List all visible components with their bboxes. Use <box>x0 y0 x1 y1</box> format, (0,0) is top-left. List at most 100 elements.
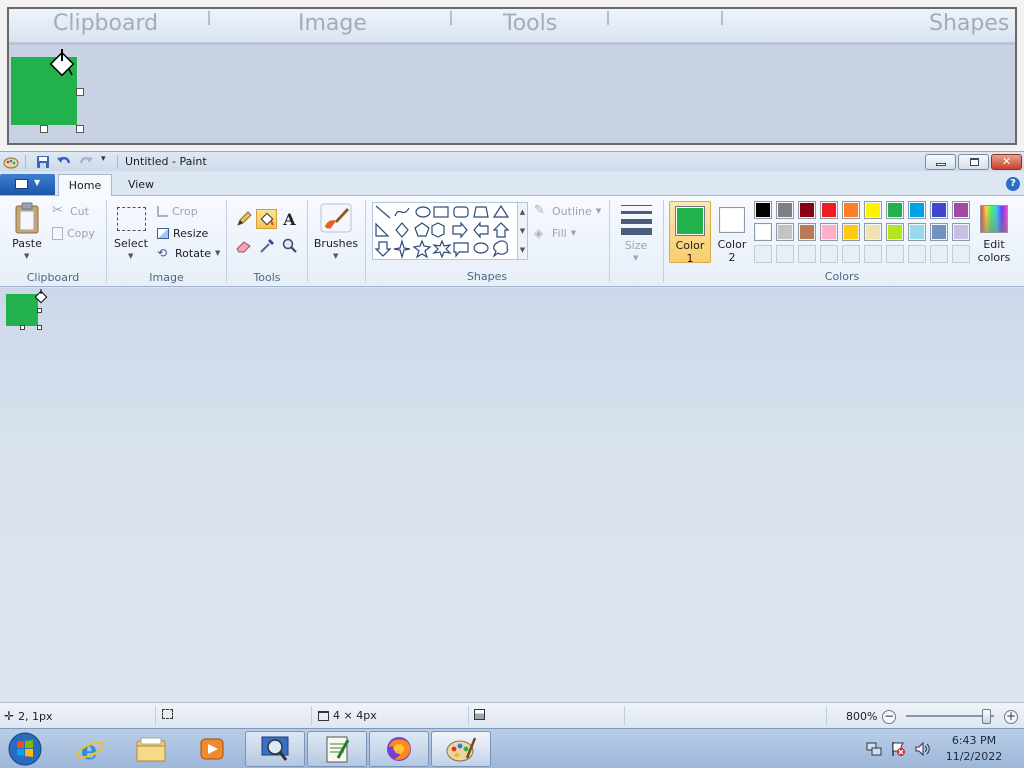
palette-swatch[interactable] <box>754 201 772 219</box>
palette-swatch[interactable] <box>776 201 794 219</box>
window-title: Untitled - Paint <box>125 155 207 168</box>
resize-button[interactable]: Resize <box>157 224 208 242</box>
palette-swatch-empty[interactable] <box>842 245 860 263</box>
canvas-workspace[interactable] <box>0 288 1024 702</box>
palette-swatch-empty[interactable] <box>886 245 904 263</box>
taskbar-internet-explorer[interactable]: e <box>60 731 120 767</box>
palette-swatch[interactable] <box>908 223 926 241</box>
palette-swatch[interactable] <box>908 201 926 219</box>
palette-swatch[interactable] <box>754 223 772 241</box>
palette-swatch-empty[interactable] <box>864 245 882 263</box>
rotate-button[interactable]: ⟲ Rotate ▼ <box>157 244 220 262</box>
palette-swatch-color <box>756 203 770 217</box>
palette-swatch[interactable] <box>842 223 860 241</box>
paint-app-icon[interactable] <box>3 154 19 170</box>
redo-icon[interactable] <box>78 154 94 170</box>
palette-swatch[interactable] <box>886 223 904 241</box>
palette-swatch[interactable] <box>864 223 882 241</box>
action-center-flag-icon[interactable] <box>890 741 906 757</box>
color2-button[interactable]: Color 2 <box>712 201 752 264</box>
zoom-slider-track[interactable] <box>906 715 994 717</box>
magnifier-tool[interactable] <box>279 236 300 256</box>
gallery-expand-icon[interactable]: ▼ <box>518 241 527 259</box>
palette-swatch[interactable] <box>886 201 904 219</box>
copy-button[interactable]: Copy <box>52 224 95 242</box>
outline-icon: ✎ <box>534 203 545 218</box>
help-icon[interactable]: ? <box>1006 177 1020 191</box>
restore-button[interactable] <box>958 154 989 170</box>
paste-button[interactable]: Paste ▼ <box>8 200 46 262</box>
color1-label: Color <box>675 239 705 252</box>
taskbar-explorer[interactable] <box>121 731 181 767</box>
palette-swatch[interactable] <box>820 223 838 241</box>
magnified-clipboard-label: Clipboard <box>53 11 159 36</box>
minimize-button[interactable] <box>925 154 956 170</box>
taskbar-notepad-app[interactable] <box>307 731 367 767</box>
palette-swatch[interactable] <box>776 223 794 241</box>
palette-swatch-empty[interactable] <box>952 245 970 263</box>
fill-button[interactable]: ◈ Fill ▼ <box>534 224 576 242</box>
palette-swatch-empty[interactable] <box>908 245 926 263</box>
zoom-in-button[interactable]: + <box>1004 710 1018 724</box>
palette-swatch-color <box>888 225 902 239</box>
edit-colors-button[interactable]: Edit colors <box>974 201 1014 264</box>
brushes-button[interactable]: Brushes ▼ <box>312 200 360 262</box>
canvas-resize-handle-right[interactable] <box>37 308 42 313</box>
cut-label: Cut <box>70 204 89 218</box>
taskbar-media-player[interactable] <box>182 731 242 767</box>
shapes-gallery-icons <box>374 204 510 260</box>
save-icon[interactable] <box>35 154 51 170</box>
palette-swatch[interactable] <box>930 223 948 241</box>
text-tool[interactable]: A <box>279 209 300 229</box>
fill-dropdown-icon: ▼ <box>570 229 577 237</box>
crop-button[interactable]: Crop <box>157 202 198 220</box>
cut-button[interactable]: ✂ Cut <box>52 202 89 220</box>
undo-icon[interactable] <box>56 154 72 170</box>
taskbar-firefox[interactable] <box>369 731 429 767</box>
title-bar: ▾ Untitled - Paint ✕ <box>0 151 1024 171</box>
palette-swatch-empty[interactable] <box>930 245 948 263</box>
customize-quick-access-icon[interactable]: ▾ <box>101 154 106 164</box>
paint-menu-button[interactable]: ▼ <box>0 174 55 195</box>
palette-swatch[interactable] <box>820 201 838 219</box>
palette-swatch[interactable] <box>842 201 860 219</box>
pencil-tool[interactable] <box>233 209 254 229</box>
size-button[interactable]: Size ▼ <box>614 200 658 262</box>
palette-swatch[interactable] <box>952 223 970 241</box>
palette-swatch-empty[interactable] <box>820 245 838 263</box>
volume-icon[interactable] <box>914 741 930 757</box>
taskbar-magnifier[interactable] <box>245 731 305 767</box>
palette-swatch[interactable] <box>798 223 816 241</box>
taskbar-clock[interactable]: 6:43 PM 11/2/2022 <box>930 733 1018 765</box>
palette-swatch-empty[interactable] <box>754 245 772 263</box>
color-picker-tool[interactable] <box>256 236 277 256</box>
eraser-tool[interactable] <box>233 236 254 256</box>
zoom-slider-thumb[interactable] <box>982 709 991 724</box>
shapes-gallery-scrollbar[interactable]: ▲ ▼ ▼ <box>517 202 528 260</box>
cursor-position-value: 2, 1px <box>18 709 53 723</box>
tab-home[interactable]: Home <box>58 174 112 196</box>
tab-view[interactable]: View <box>116 174 166 196</box>
palette-swatch[interactable] <box>864 201 882 219</box>
outline-button[interactable]: ✎ Outline ▼ <box>534 202 601 220</box>
taskbar-paint[interactable] <box>431 731 491 767</box>
color1-button[interactable]: Color 1 <box>669 201 711 265</box>
select-button[interactable]: Select ▼ <box>113 200 149 262</box>
svg-text:e: e <box>81 736 98 764</box>
start-button[interactable] <box>4 730 46 768</box>
canvas-resize-handle-corner[interactable] <box>37 325 42 330</box>
minimize-icon <box>936 163 946 166</box>
canvas-resize-handle-bottom[interactable] <box>20 325 25 330</box>
gallery-scroll-up-icon[interactable]: ▲ <box>518 203 527 222</box>
notepad-icon <box>326 736 350 763</box>
palette-swatch[interactable] <box>952 201 970 219</box>
fill-tool[interactable] <box>256 209 277 229</box>
close-button[interactable]: ✕ <box>991 154 1022 170</box>
network-icon[interactable] <box>866 741 882 757</box>
palette-swatch[interactable] <box>798 201 816 219</box>
zoom-out-button[interactable]: − <box>882 710 896 724</box>
palette-swatch[interactable] <box>930 201 948 219</box>
gallery-scroll-down-icon[interactable]: ▼ <box>518 222 527 241</box>
palette-swatch-empty[interactable] <box>798 245 816 263</box>
palette-swatch-empty[interactable] <box>776 245 794 263</box>
